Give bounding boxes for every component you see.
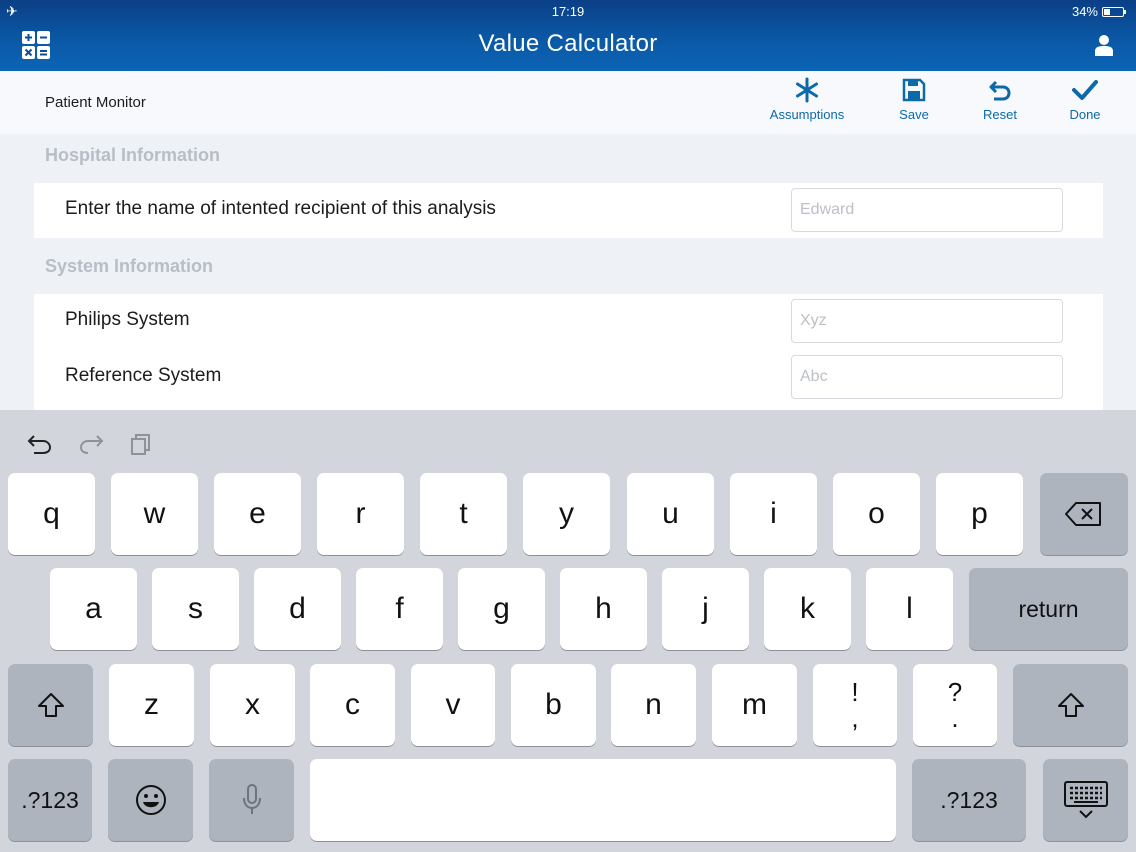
key-l[interactable]: l (866, 568, 953, 650)
key-exclamation-comma[interactable]: ! , (813, 664, 897, 746)
philips-system-input[interactable]: Xyz (791, 299, 1063, 343)
hide-keyboard-key[interactable] (1043, 759, 1128, 841)
period-glyph: . (951, 703, 959, 733)
battery-indicator: 34% (1071, 4, 1126, 19)
key-r[interactable]: r (317, 473, 404, 555)
key-v[interactable]: v (411, 664, 495, 746)
key-j[interactable]: j (662, 568, 749, 650)
reset-label: Reset (983, 107, 1017, 122)
reference-system-label: Reference System (65, 365, 222, 386)
shift-icon (1057, 693, 1084, 717)
system-info-card: Philips System Xyz Reference System Abc (34, 294, 1103, 410)
emoji-icon (135, 785, 166, 815)
backspace-key[interactable] (1040, 473, 1128, 555)
key-i[interactable]: i (730, 473, 817, 555)
backspace-icon (1065, 502, 1101, 526)
space-key[interactable] (310, 759, 896, 841)
done-button[interactable]: Done (1063, 77, 1107, 122)
page-subtitle: Patient Monitor (45, 94, 146, 111)
key-g[interactable]: g (458, 568, 545, 650)
key-o[interactable]: o (833, 473, 920, 555)
floppy-disk-icon (902, 78, 926, 102)
key-e[interactable]: e (214, 473, 301, 555)
numbers-key-right[interactable]: .?123 (912, 759, 1026, 841)
assumptions-button[interactable]: Assumptions (763, 77, 851, 122)
section-heading-hospital: Hospital Information (45, 145, 220, 165)
key-d[interactable]: d (254, 568, 341, 650)
shift-icon (37, 693, 64, 717)
key-q[interactable]: q (8, 473, 95, 555)
asterisk-icon (796, 77, 818, 103)
onscreen-keyboard: q w e r t y u i o p a s d f g h j k l re… (0, 410, 1136, 852)
key-h[interactable]: h (560, 568, 647, 650)
app-header: ✈ 17:19 34% Value Calculator (0, 0, 1136, 71)
recipient-label: Enter the name of intented recipient of … (65, 198, 496, 219)
shift-key-left[interactable] (8, 664, 93, 746)
shift-key-right[interactable] (1013, 664, 1128, 746)
emoji-key[interactable] (108, 759, 193, 841)
key-k[interactable]: k (764, 568, 851, 650)
paste-icon[interactable] (129, 432, 153, 456)
undo-arrow-icon (989, 80, 1011, 101)
keyboard-dismiss-icon (1063, 781, 1108, 819)
save-button[interactable]: Save (891, 77, 937, 122)
key-z[interactable]: z (109, 664, 194, 746)
assumptions-label: Assumptions (769, 107, 845, 122)
philips-system-label: Philips System (65, 309, 190, 330)
save-label: Save (899, 107, 929, 122)
question-glyph: ? (947, 677, 963, 707)
exclamation-glyph: ! (851, 677, 859, 707)
status-time: 17:19 (551, 4, 585, 19)
battery-percent: 34% (1071, 4, 1098, 19)
numbers-key-left[interactable]: .?123 (8, 759, 92, 841)
dictation-key[interactable] (209, 759, 294, 841)
key-m[interactable]: m (712, 664, 797, 746)
page-title: Value Calculator (478, 30, 658, 57)
key-c[interactable]: c (310, 664, 395, 746)
key-s[interactable]: s (152, 568, 239, 650)
redo-icon[interactable] (77, 432, 105, 456)
return-key[interactable]: return (969, 568, 1128, 650)
key-b[interactable]: b (511, 664, 596, 746)
microphone-icon (242, 784, 261, 814)
recipient-name-input[interactable]: Edward (791, 188, 1063, 232)
key-y[interactable]: y (523, 473, 610, 555)
key-question-period[interactable]: ? . (913, 664, 997, 746)
hospital-info-card: Enter the name of intented recipient of … (34, 183, 1103, 238)
reset-button[interactable]: Reset (976, 77, 1024, 122)
key-p[interactable]: p (936, 473, 1023, 555)
done-label: Done (1069, 107, 1101, 122)
undo-icon[interactable] (26, 432, 54, 456)
comma-glyph: , (851, 703, 859, 733)
key-u[interactable]: u (627, 473, 714, 555)
toolbar: Patient Monitor Assumptions Save Reset D… (0, 71, 1136, 134)
key-f[interactable]: f (356, 568, 443, 650)
user-icon[interactable] (1094, 34, 1114, 56)
checkmark-icon (1072, 80, 1098, 100)
key-a[interactable]: a (50, 568, 137, 650)
battery-icon (1102, 6, 1126, 17)
reference-system-input[interactable]: Abc (791, 355, 1063, 399)
key-x[interactable]: x (210, 664, 295, 746)
section-heading-system: System Information (45, 256, 214, 276)
key-w[interactable]: w (111, 473, 198, 555)
key-n[interactable]: n (611, 664, 696, 746)
key-t[interactable]: t (420, 473, 507, 555)
